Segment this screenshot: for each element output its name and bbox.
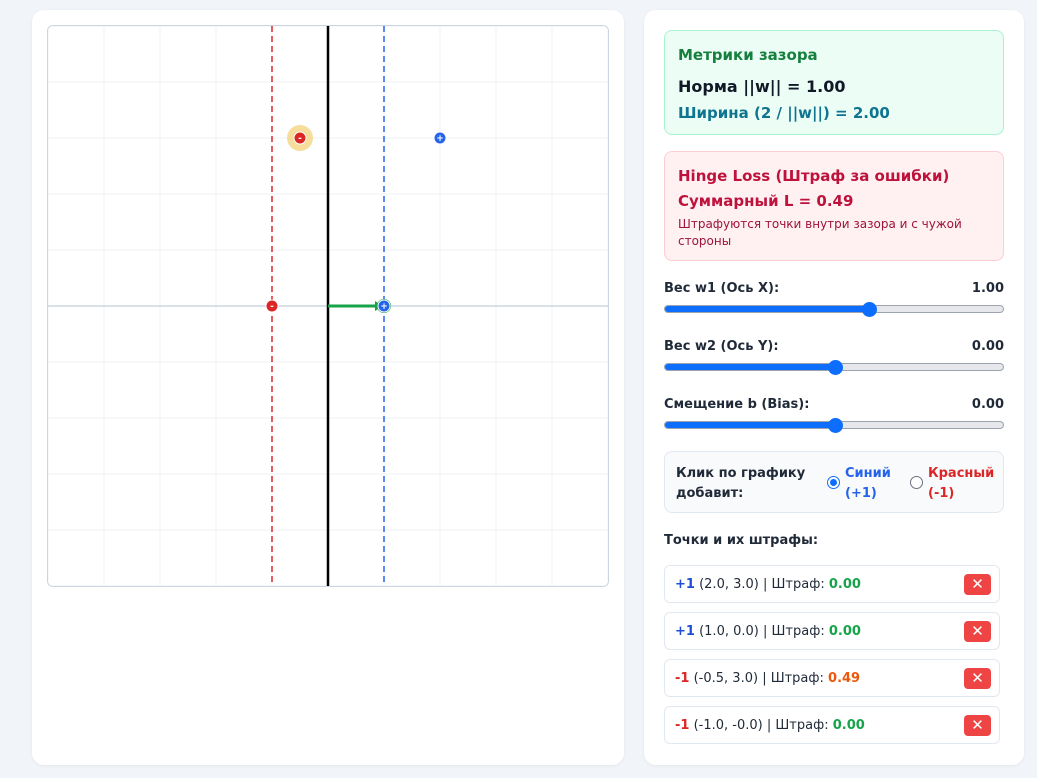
slider-bias-fill bbox=[665, 422, 835, 428]
point-penalty: 0.00 bbox=[828, 624, 861, 639]
svm-plot[interactable]: + + - - bbox=[47, 25, 609, 587]
slider-w1-value: 1.00 bbox=[971, 281, 1004, 296]
slider-w2-track[interactable] bbox=[664, 360, 1004, 375]
radio-red-label[interactable]: Красный (-1) bbox=[928, 464, 994, 504]
close-icon: ✕ bbox=[971, 716, 984, 734]
point-label: -1 bbox=[675, 671, 690, 686]
slider-w1-label: Вес w1 (Ось X): bbox=[664, 281, 780, 296]
control-panel: Метрики зазора Норма ||w|| = 1.00 Ширина… bbox=[644, 10, 1024, 765]
click-mode-label: Клик по графику добавит: bbox=[676, 466, 806, 501]
close-icon: ✕ bbox=[971, 669, 984, 687]
data-point-sign: - bbox=[270, 302, 274, 312]
delete-point-button[interactable]: ✕ bbox=[964, 668, 991, 689]
point-coords: (1.0, 0.0) bbox=[699, 624, 759, 639]
data-point-sign: + bbox=[380, 302, 388, 312]
delete-point-button[interactable]: ✕ bbox=[964, 715, 991, 736]
radio-blue-label[interactable]: Синий (+1) bbox=[845, 464, 891, 504]
point-penalty: 0.49 bbox=[828, 671, 861, 686]
point-text: -1 (-1.0, -0.0) | Штраф: 0.00 bbox=[675, 718, 865, 733]
click-mode-box: Клик по графику добавит: Синий (+1) Крас… bbox=[664, 451, 1004, 513]
point-label: -1 bbox=[675, 718, 690, 733]
slider-w1-track[interactable] bbox=[664, 302, 1004, 317]
point-penalty: 0.00 bbox=[832, 718, 865, 733]
slider-bias-track[interactable] bbox=[664, 418, 1004, 433]
hinge-total: Суммарный L = 0.49 bbox=[678, 192, 854, 210]
point-penalty-prefix: | Штраф: bbox=[763, 624, 825, 639]
slider-bias-thumb[interactable] bbox=[828, 418, 843, 433]
slider-w2-thumb[interactable] bbox=[828, 360, 843, 375]
radio-blue-circle[interactable] bbox=[827, 476, 840, 489]
hinge-loss-panel: Hinge Loss (Штраф за ошибки) Суммарный L… bbox=[664, 151, 1004, 261]
slider-bias-value: 0.00 bbox=[971, 397, 1004, 412]
points-list-title: Точки и их штрафы: bbox=[664, 533, 819, 548]
list-item: +1 (1.0, 0.0) | Штраф: 0.00 ✕ bbox=[664, 612, 1000, 650]
point-text: +1 (1.0, 0.0) | Штраф: 0.00 bbox=[675, 624, 861, 639]
slider-bias-label: Смещение b (Bias): bbox=[664, 397, 810, 412]
point-coords: (2.0, 3.0) bbox=[699, 577, 759, 592]
slider-w1-fill bbox=[665, 306, 869, 312]
close-icon: ✕ bbox=[971, 622, 984, 640]
data-point-sign: - bbox=[298, 134, 302, 144]
data-point-sign: + bbox=[436, 134, 444, 144]
slider-w2-label: Вес w2 (Ось Y): bbox=[664, 339, 779, 354]
hinge-title: Hinge Loss (Штраф за ошибки) bbox=[678, 167, 950, 185]
list-item: -1 (-0.5, 3.0) | Штраф: 0.49 ✕ bbox=[664, 659, 1000, 697]
hinge-note: Штрафуются точки внутри зазора и с чужой… bbox=[678, 217, 962, 248]
point-penalty: 0.00 bbox=[828, 577, 861, 592]
slider-w1-thumb[interactable] bbox=[862, 302, 877, 317]
list-item: -1 (-1.0, -0.0) | Штраф: 0.00 ✕ bbox=[664, 706, 1000, 744]
margin-metrics-panel: Метрики зазора Норма ||w|| = 1.00 Ширина… bbox=[664, 30, 1004, 135]
plot-canvas[interactable]: + + - - bbox=[48, 26, 608, 586]
point-coords: (-0.5, 3.0) bbox=[693, 671, 759, 686]
list-item: +1 (2.0, 3.0) | Штраф: 0.00 ✕ bbox=[664, 565, 1000, 603]
slider-w2-value: 0.00 bbox=[971, 339, 1004, 354]
point-label: +1 bbox=[675, 577, 695, 592]
point-penalty-prefix: | Штраф: bbox=[763, 577, 825, 592]
point-text: +1 (2.0, 3.0) | Штраф: 0.00 bbox=[675, 577, 861, 592]
point-penalty-prefix: | Штраф: bbox=[766, 718, 829, 733]
plot-card: + + - - bbox=[32, 10, 624, 765]
close-icon: ✕ bbox=[971, 575, 984, 593]
radio-red-circle[interactable] bbox=[910, 476, 923, 489]
slider-w2-fill bbox=[665, 364, 835, 370]
slider-w2: Вес w2 (Ось Y): 0.00 bbox=[664, 339, 1004, 383]
point-penalty-prefix: | Штраф: bbox=[762, 671, 824, 686]
slider-bias: Смещение b (Bias): 0.00 bbox=[664, 397, 1004, 441]
metrics-title: Метрики зазора bbox=[678, 46, 818, 64]
slider-w1: Вес w1 (Ось X): 1.00 bbox=[664, 281, 1004, 325]
point-coords: (-1.0, -0.0) bbox=[693, 718, 763, 733]
metrics-norm: Норма ||w|| = 1.00 bbox=[678, 77, 846, 96]
delete-point-button[interactable]: ✕ bbox=[964, 574, 991, 595]
point-text: -1 (-0.5, 3.0) | Штраф: 0.49 bbox=[675, 671, 860, 686]
point-label: +1 bbox=[675, 624, 695, 639]
metrics-width: Ширина (2 / ||w||) = 2.00 bbox=[678, 104, 890, 122]
delete-point-button[interactable]: ✕ bbox=[964, 621, 991, 642]
